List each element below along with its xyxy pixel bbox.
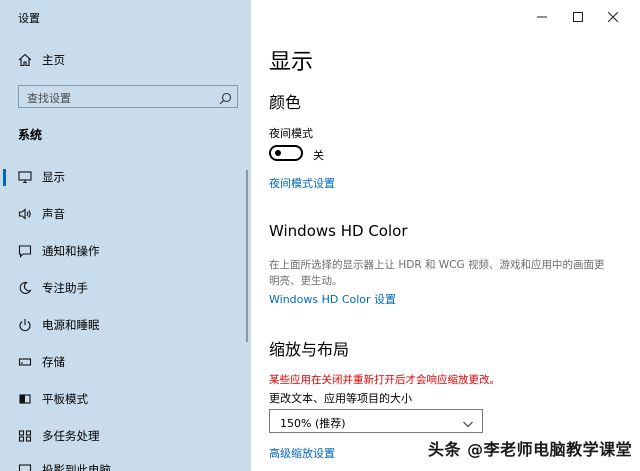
advanced-scaling-link[interactable]: 高级缩放设置 xyxy=(269,445,335,461)
sidebar-item-label: 多任务处理 xyxy=(42,429,100,443)
storage-icon xyxy=(17,354,33,370)
scale-warning: 某些应用在关闭并重新打开后才会响应缩放更改。 xyxy=(269,374,500,386)
speaker-icon xyxy=(17,206,33,222)
sidebar-item-label: 显示 xyxy=(42,170,65,184)
watermark: 头条 @李老师电脑教学课堂 xyxy=(428,440,633,459)
settings-window: 设置 主页 查找设置 系统 显示 声音 通知和操作 专注助手 电源和睡眠 存储 … xyxy=(0,0,640,471)
window-title: 设置 xyxy=(18,12,40,25)
sidebar-item-tablet[interactable]: 平板模式 xyxy=(17,391,88,407)
search-input[interactable]: 查找设置 xyxy=(18,85,238,108)
sidebar-item-multitasking[interactable]: 多任务处理 xyxy=(17,428,100,444)
minimize-icon xyxy=(537,16,547,18)
sidebar-item-sound[interactable]: 声音 xyxy=(17,206,65,222)
project-icon xyxy=(17,462,33,471)
chevron-down-icon xyxy=(462,415,474,434)
scale-layout-heading: 缩放与布局 xyxy=(269,340,350,359)
sidebar-item-label: 专注助手 xyxy=(42,281,88,295)
moon-icon xyxy=(17,280,33,296)
sidebar: 设置 主页 查找设置 系统 显示 声音 通知和操作 专注助手 电源和睡眠 存储 … xyxy=(0,0,251,471)
hd-color-heading: Windows HD Color xyxy=(269,222,408,240)
sidebar-item-projecting[interactable]: 投影到此电脑 xyxy=(17,462,111,471)
sidebar-item-display[interactable]: 显示 xyxy=(17,169,65,185)
night-light-toggle[interactable] xyxy=(269,145,303,161)
page-title: 显示 xyxy=(269,50,314,75)
sidebar-item-label: 存储 xyxy=(42,355,65,369)
sidebar-item-label: 投影到此电脑 xyxy=(42,463,111,471)
sidebar-item-label: 声音 xyxy=(42,207,65,221)
multitask-icon xyxy=(17,428,33,444)
minimize-button[interactable] xyxy=(527,6,557,28)
close-button[interactable] xyxy=(598,6,628,28)
scale-dropdown-value: 150% (推荐) xyxy=(280,417,346,430)
night-light-settings-link[interactable]: 夜间模式设置 xyxy=(269,175,335,191)
notification-icon xyxy=(17,243,33,259)
toggle-knob xyxy=(275,150,281,156)
sidebar-item-label: 通知和操作 xyxy=(42,244,100,258)
close-icon xyxy=(608,12,618,22)
night-light-label: 夜间模式 xyxy=(269,127,313,140)
search-icon[interactable] xyxy=(219,90,232,109)
tablet-icon xyxy=(17,391,33,407)
search-placeholder: 查找设置 xyxy=(27,92,71,105)
sidebar-item-power[interactable]: 电源和睡眠 xyxy=(17,317,100,333)
sidebar-item-notifications[interactable]: 通知和操作 xyxy=(17,243,100,259)
power-icon xyxy=(17,317,33,333)
sidebar-item-home[interactable]: 主页 xyxy=(17,52,65,68)
sidebar-section-title: 系统 xyxy=(18,128,43,142)
sidebar-item-storage[interactable]: 存储 xyxy=(17,354,65,370)
maximize-icon xyxy=(573,12,583,22)
color-heading: 颜色 xyxy=(269,93,302,112)
sidebar-item-focus-assist[interactable]: 专注助手 xyxy=(17,280,88,296)
sidebar-scrollbar[interactable] xyxy=(246,170,248,342)
sidebar-item-label: 主页 xyxy=(42,53,65,67)
scale-label: 更改文本、应用等项目的大小 xyxy=(269,392,412,405)
hd-color-settings-link[interactable]: Windows HD Color 设置 xyxy=(269,291,396,307)
hd-color-description: 在上面所选择的显示器上让 HDR 和 WCG 视频、游戏和应用中的画面更明亮、更… xyxy=(269,259,605,287)
monitor-icon xyxy=(17,169,33,185)
maximize-button[interactable] xyxy=(563,6,593,28)
scale-dropdown[interactable]: 150% (推荐) xyxy=(269,409,483,433)
sidebar-item-label: 电源和睡眠 xyxy=(42,318,100,332)
active-indicator xyxy=(3,169,6,186)
night-light-state: 关 xyxy=(313,149,324,162)
home-icon xyxy=(17,52,33,68)
main-panel: 显示 颜色 夜间模式 关 夜间模式设置 Windows HD Color 在上面… xyxy=(251,0,640,471)
sidebar-item-label: 平板模式 xyxy=(42,392,88,406)
